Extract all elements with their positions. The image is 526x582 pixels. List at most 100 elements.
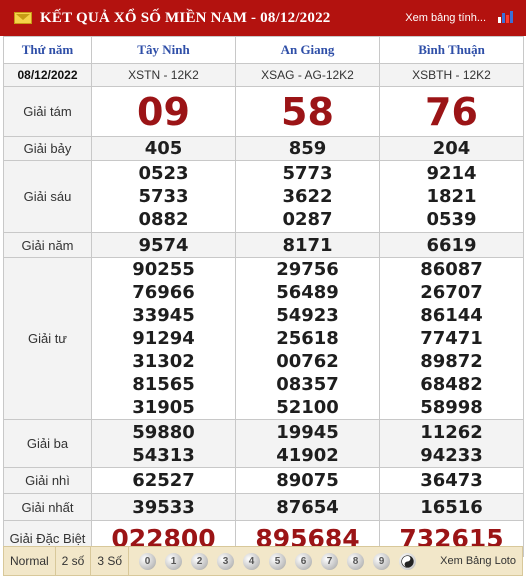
ticket-code: XSTN - 12K2 (91, 63, 236, 87)
result-number: 0287 (282, 209, 333, 230)
result-number: 54313 (132, 444, 195, 466)
result-number: 5733 (138, 186, 189, 207)
prize-label: Giải nhì (3, 467, 92, 494)
result-number: 87654 (235, 493, 380, 521)
result-cell: 90255 76966 33945 91294 31302 81565 3190… (91, 257, 236, 420)
prize-row-g8: Giải tám 09 58 76 (3, 86, 524, 137)
result-number: 09 (91, 86, 236, 137)
result-number: 89075 (235, 467, 380, 494)
result-number: 859 (235, 136, 380, 161)
prize-row-g2: Giải nhì 62527 89075 36473 (3, 467, 524, 494)
bar-chart-icon[interactable] (498, 9, 514, 23)
view-table-link[interactable]: Xem bảng tính... (405, 12, 486, 24)
result-number: 41902 (276, 444, 339, 466)
result-number: 39533 (91, 493, 236, 521)
result-cell: 29756 56489 54923 25618 00762 08357 5210… (235, 257, 380, 420)
ticket-code: XSAG - AG-12K2 (235, 63, 380, 87)
result-number: 76 (379, 86, 524, 137)
draw-date: 08/12/2022 (3, 63, 92, 87)
prize-row-g3: Giải ba 59880 54313 19945 41902 11262 94… (3, 419, 524, 468)
result-number: 204 (379, 136, 524, 161)
result-number: 31302 (132, 351, 195, 372)
prize-label: Giải năm (3, 232, 92, 258)
result-number: 54923 (276, 305, 339, 326)
result-number: 90255 (132, 259, 195, 280)
result-number: 94233 (420, 444, 483, 466)
digit-1-button[interactable]: 1 (165, 552, 183, 570)
result-number: 16516 (379, 493, 524, 521)
day-header: Thứ năm (3, 36, 92, 64)
result-number: 00762 (276, 351, 339, 372)
prize-label: Giải sáu (3, 160, 92, 233)
prize-label: Giải tám (3, 86, 92, 137)
result-number: 56489 (276, 282, 339, 303)
result-number: 11262 (420, 421, 483, 443)
result-number: 0539 (426, 209, 477, 230)
province-header[interactable]: Tây Ninh (91, 36, 236, 64)
result-number: 58998 (420, 397, 483, 418)
footer-bar: Normal 2 số 3 Số 0 1 2 3 4 5 6 7 8 9 Xem… (3, 546, 523, 576)
result-number: 89872 (420, 351, 483, 372)
result-number: 1821 (426, 186, 477, 207)
result-number: 58 (235, 86, 380, 137)
result-number: 8171 (235, 232, 380, 258)
prize-row-g7: Giải bảy 405 859 204 (3, 136, 524, 161)
digit-7-button[interactable]: 7 (321, 552, 339, 570)
header-bar: KẾT QUẢ XỔ SỐ MIỀN NAM - 08/12/2022 Xem … (0, 0, 526, 36)
result-number: 29756 (276, 259, 339, 280)
result-number: 3622 (282, 186, 333, 207)
result-number: 26707 (420, 282, 483, 303)
result-number: 9574 (91, 232, 236, 258)
tab-2-digits[interactable]: 2 số (56, 547, 92, 575)
province-header[interactable]: Bình Thuận (379, 36, 524, 64)
prize-row-g6: Giải sáu 0523 5733 0882 5773 3622 0287 9… (3, 160, 524, 233)
result-number: 86144 (420, 305, 483, 326)
result-number: 6619 (379, 232, 524, 258)
tab-3-digits[interactable]: 3 Số (91, 547, 130, 575)
digit-4-button[interactable]: 4 (243, 552, 261, 570)
view-loto-link[interactable]: Xem Bảng Loto (440, 555, 516, 567)
result-number: 76966 (132, 282, 195, 303)
digit-filter: 0 1 2 3 4 5 6 7 8 9 (139, 552, 425, 570)
table-header-row: Thứ năm Tây Ninh An Giang Bình Thuận (3, 36, 524, 64)
mail-icon (14, 12, 32, 24)
result-number: 77471 (420, 328, 483, 349)
digit-5-button[interactable]: 5 (269, 552, 287, 570)
result-number: 08357 (276, 374, 339, 395)
result-cell: 9214 1821 0539 (379, 160, 524, 233)
yin-yang-icon[interactable] (399, 552, 417, 570)
result-number: 25618 (276, 328, 339, 349)
tab-normal[interactable]: Normal (4, 547, 56, 575)
prize-row-g4: Giải tư 90255 76966 33945 91294 31302 81… (3, 257, 524, 420)
prize-row-g1: Giải nhất 39533 87654 16516 (3, 493, 524, 521)
result-cell: 86087 26707 86144 77471 89872 68482 5899… (379, 257, 524, 420)
result-number: 59880 (132, 421, 195, 443)
result-cell: 0523 5733 0882 (91, 160, 236, 233)
result-number: 86087 (420, 259, 483, 280)
ticket-code: XSBTH - 12K2 (379, 63, 524, 87)
result-number: 33945 (132, 305, 195, 326)
digit-9-button[interactable]: 9 (373, 552, 391, 570)
prize-label: Giải bảy (3, 136, 92, 161)
digit-6-button[interactable]: 6 (295, 552, 313, 570)
digit-0-button[interactable]: 0 (139, 552, 157, 570)
result-cell: 19945 41902 (235, 419, 380, 468)
digit-8-button[interactable]: 8 (347, 552, 365, 570)
result-number: 9214 (426, 163, 477, 184)
result-number: 31905 (132, 397, 195, 418)
results-table: Thứ năm Tây Ninh An Giang Bình Thuận 08/… (3, 36, 524, 557)
result-cell: 11262 94233 (379, 419, 524, 468)
result-number: 81565 (132, 374, 195, 395)
result-number: 0882 (138, 209, 189, 230)
result-number: 5773 (282, 163, 333, 184)
result-cell: 59880 54313 (91, 419, 236, 468)
province-header[interactable]: An Giang (235, 36, 380, 64)
results-widget: KẾT QUẢ XỔ SỐ MIỀN NAM - 08/12/2022 Xem … (0, 0, 526, 582)
page-title: KẾT QUẢ XỔ SỐ MIỀN NAM - 08/12/2022 (40, 9, 331, 26)
result-cell: 5773 3622 0287 (235, 160, 380, 233)
prize-label: Giải ba (3, 419, 92, 468)
result-number: 68482 (420, 374, 483, 395)
digit-3-button[interactable]: 3 (217, 552, 235, 570)
digit-2-button[interactable]: 2 (191, 552, 209, 570)
result-number: 52100 (276, 397, 339, 418)
